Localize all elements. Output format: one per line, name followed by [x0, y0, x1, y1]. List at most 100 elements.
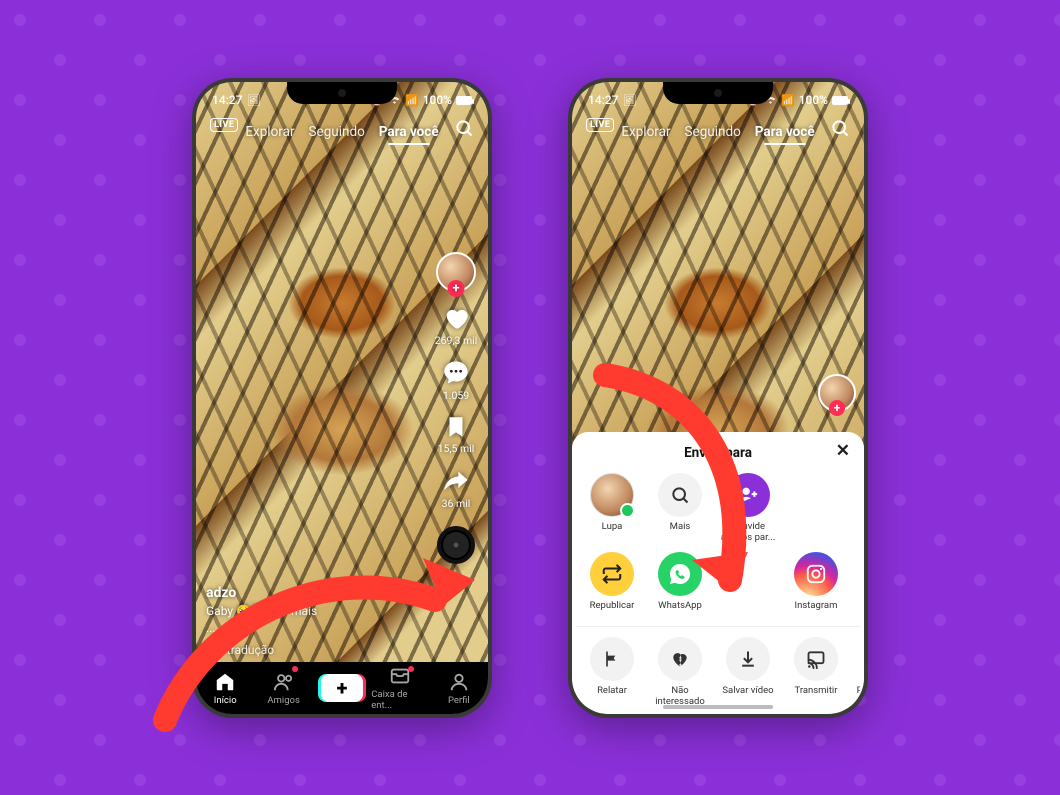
share-more-label: Mais: [670, 522, 691, 533]
caption-text: Gaby 🥺❤️: [206, 604, 266, 618]
battery-icon: [456, 96, 472, 105]
like-count: 269,3 mil: [435, 334, 478, 347]
share-instagram[interactable]: Instagram: [786, 552, 846, 612]
close-button[interactable]: ✕: [836, 441, 850, 461]
author-avatar[interactable]: +: [436, 252, 476, 292]
author-avatar[interactable]: +: [818, 374, 856, 412]
share-invite-friends[interactable]: Convide amigos par...: [718, 473, 778, 544]
whatsapp-icon: [658, 552, 702, 596]
share-sheet-title: Enviar para: [684, 445, 752, 461]
share-instagram-label: Instagram: [795, 601, 838, 612]
signal-icon: 📶: [405, 94, 419, 107]
share-whatsapp[interactable]: WhatsApp: [650, 552, 710, 612]
battery-percent: 100%: [423, 93, 452, 107]
share-arrow-icon: [441, 467, 471, 495]
share-button[interactable]: 36 mil: [441, 467, 471, 510]
phone-left: 14:27 🖼 ⏰ 📶 100% LIVE Explorar Seguindo …: [192, 78, 492, 718]
plus-icon: +: [337, 678, 348, 698]
cast-icon: [794, 637, 838, 681]
tab-profile[interactable]: Perfil: [430, 662, 488, 714]
notification-dot: [408, 666, 414, 672]
share-row-actions[interactable]: Relatar Não interessado Salvar vídeo: [576, 629, 860, 708]
comment-button[interactable]: 1.059: [441, 359, 471, 402]
comment-count: 1.059: [443, 389, 469, 402]
add-person-icon: [726, 473, 770, 517]
follow-plus-icon[interactable]: +: [829, 400, 845, 416]
tab-inbox-label: Caixa de ent...: [371, 689, 429, 711]
home-icon: [214, 671, 236, 693]
notification-dot: [292, 666, 298, 672]
action-report[interactable]: Relatar: [582, 637, 642, 697]
repost-icon: [590, 552, 634, 596]
share-row-contacts[interactable]: Lupa Mais Convide amigos par...: [576, 465, 860, 544]
heart-icon: [441, 304, 471, 332]
action-cast-label: Transmitir: [795, 686, 838, 697]
battery-percent: 100%: [799, 93, 828, 107]
tab-inbox[interactable]: Caixa de ent...: [371, 662, 429, 714]
tab-profile-label: Perfil: [448, 695, 470, 706]
tab-explore[interactable]: Explorar: [621, 124, 670, 140]
share-sheet: Enviar para ✕ Lupa Mais: [572, 432, 864, 714]
search-icon: [658, 473, 702, 517]
follow-plus-icon[interactable]: +: [448, 280, 465, 297]
author-username[interactable]: adzo: [206, 583, 424, 603]
bookmark-icon: [443, 414, 469, 440]
see-translation-link[interactable]: Ver tradução: [206, 642, 424, 659]
share-invite-label: Convide amigos par...: [718, 522, 778, 544]
battery-icon: [832, 96, 848, 105]
contact-avatar: [590, 473, 634, 517]
share-row-apps[interactable]: Republicar WhatsApp Instagram: [576, 544, 860, 623]
tab-explore[interactable]: Explorar: [245, 124, 294, 140]
share-ig-direct[interactable]: Instagram Direct: [854, 552, 860, 623]
status-time: 14:27: [212, 93, 242, 107]
flag-icon: [590, 637, 634, 681]
tab-friends-label: Amigos: [267, 695, 300, 706]
bottom-tab-bar: Início Amigos + Caixa de ent... Perfil: [196, 662, 488, 714]
feed-tabs: Explorar Seguindo Para você: [196, 116, 488, 148]
phone-right: 14:27 🖼 ⏰ 📶 100% LIVE Explorar Seguindo …: [568, 78, 868, 718]
phone-notch: [287, 82, 397, 104]
tab-foryou[interactable]: Para você: [379, 124, 439, 140]
like-button[interactable]: 269,3 mil: [435, 304, 478, 347]
feed-tabs: Explorar Seguindo Para você: [572, 116, 864, 148]
profile-icon: [448, 671, 470, 693]
tab-create[interactable]: +: [313, 662, 371, 714]
tab-following[interactable]: Seguindo: [685, 124, 741, 140]
tab-home-label: Início: [214, 695, 237, 706]
sound-disc[interactable]: [437, 526, 475, 564]
action-save-label: Salvar vídeo: [722, 686, 773, 697]
share-repost-label: Republicar: [590, 601, 635, 612]
tutorial-graphic: 14:27 🖼 ⏰ 📶 100% LIVE Explorar Seguindo …: [0, 0, 1060, 795]
share-igdirect-label: Instagram Direct: [854, 601, 860, 623]
friends-icon: [273, 671, 295, 693]
share-whatsapp-label: WhatsApp: [658, 601, 702, 612]
tab-following[interactable]: Seguindo: [309, 124, 365, 140]
video-meta: adzo Gaby 🥺❤️ ver mais ... Ver tradução: [206, 583, 424, 659]
tab-home[interactable]: Início: [196, 662, 254, 714]
share-count: 36 mil: [442, 497, 471, 510]
instagram-icon: [794, 552, 838, 596]
action-save-video[interactable]: Salvar vídeo: [718, 637, 778, 697]
download-icon: [726, 637, 770, 681]
action-rail: + 269,3 mil 1.059 15,5 mil 36 mil: [430, 252, 482, 564]
bookmark-button[interactable]: 15,5 mil: [438, 414, 475, 455]
broken-heart-icon: [658, 637, 702, 681]
action-why-video[interactable]: ? Por que esse vídeo: [854, 637, 860, 708]
comment-icon: [441, 359, 471, 387]
picture-icon: 🖼: [246, 94, 260, 107]
share-more-contacts[interactable]: Mais: [650, 473, 710, 533]
see-more-link[interactable]: ver mais: [272, 604, 317, 618]
share-contact[interactable]: Lupa: [582, 473, 642, 533]
signal-icon: 📶: [781, 94, 795, 107]
phone-notch: [663, 82, 773, 104]
share-repost[interactable]: Republicar: [582, 552, 642, 612]
bookmark-count: 15,5 mil: [438, 442, 475, 455]
action-not-interested[interactable]: Não interessado: [650, 637, 710, 708]
action-why-label: Por que esse vídeo: [854, 686, 860, 708]
share-contact-label: Lupa: [602, 522, 623, 533]
action-cast[interactable]: Transmitir: [786, 637, 846, 697]
tab-foryou[interactable]: Para você: [755, 124, 815, 140]
home-indicator[interactable]: [663, 705, 773, 709]
action-report-label: Relatar: [597, 686, 627, 697]
tab-friends[interactable]: Amigos: [254, 662, 312, 714]
